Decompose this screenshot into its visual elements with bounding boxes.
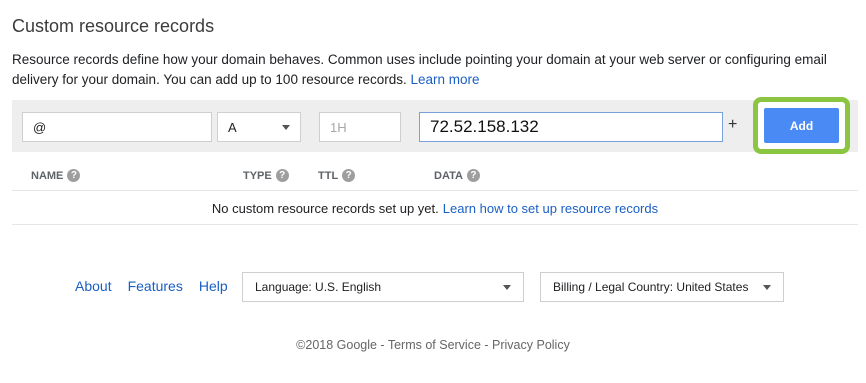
column-header-ttl: TTL ?: [318, 169, 356, 182]
custom-resource-records-page: Custom resource records Resource records…: [0, 0, 866, 383]
column-header-name: NAME ?: [31, 169, 81, 182]
language-select-value: Language: U.S. English: [255, 280, 382, 294]
learn-more-link[interactable]: Learn more: [411, 72, 480, 87]
column-header-data: DATA ?: [434, 169, 480, 182]
footer-link-help[interactable]: Help: [199, 278, 228, 294]
copyright-text: ©2018 Google - Terms of Service - Privac…: [296, 338, 570, 352]
empty-records-text: No custom resource records set up yet.: [211, 200, 439, 216]
section-title: Custom resource records: [12, 16, 215, 36]
footer-link-about[interactable]: About: [75, 278, 112, 294]
column-header-label: DATA: [434, 169, 463, 182]
type-select-value: A: [228, 119, 237, 135]
setup-records-help-link[interactable]: Learn how to set up resource records: [443, 201, 658, 216]
help-circle-icon[interactable]: ?: [275, 169, 289, 182]
column-header-label: NAME: [31, 169, 64, 182]
help-circle-icon[interactable]: ?: [466, 169, 480, 182]
ttl-input[interactable]: 1H: [319, 112, 401, 142]
ttl-input-placeholder: 1H: [330, 119, 347, 135]
data-input-value: 72.52.158.132: [430, 117, 539, 136]
chevron-down-icon: [763, 284, 771, 290]
footer-link-features[interactable]: Features: [128, 278, 183, 294]
add-button-highlight: Add: [753, 97, 850, 154]
column-header-label: TYPE: [243, 169, 272, 182]
chevron-down-icon: [503, 284, 511, 290]
footer-links: About Features Help: [75, 278, 228, 294]
records-table-header: NAME ? TYPE ? TTL ? DATA ?: [12, 165, 858, 191]
column-header-label: TTL: [318, 169, 339, 182]
type-select[interactable]: A: [217, 112, 301, 142]
data-input[interactable]: 72.52.158.132: [419, 112, 723, 142]
country-select[interactable]: Billing / Legal Country: United States: [540, 272, 784, 302]
add-more-plus-icon[interactable]: +: [728, 116, 737, 134]
record-entry-bar: @ A 1H 72.52.158.132 + Add: [12, 97, 858, 154]
column-header-type: TYPE ?: [243, 169, 289, 182]
name-input-value: @: [33, 119, 47, 135]
empty-records-message: No custom resource records set up yet. L…: [12, 192, 858, 225]
chevron-down-icon: [282, 124, 290, 130]
help-circle-icon[interactable]: ?: [342, 169, 356, 182]
country-select-value: Billing / Legal Country: United States: [553, 280, 749, 294]
section-description: Resource records define how your domain …: [12, 50, 852, 90]
help-circle-icon[interactable]: ?: [67, 169, 81, 182]
name-input[interactable]: @: [22, 112, 212, 142]
add-button[interactable]: Add: [764, 108, 839, 143]
language-select[interactable]: Language: U.S. English: [242, 272, 524, 302]
